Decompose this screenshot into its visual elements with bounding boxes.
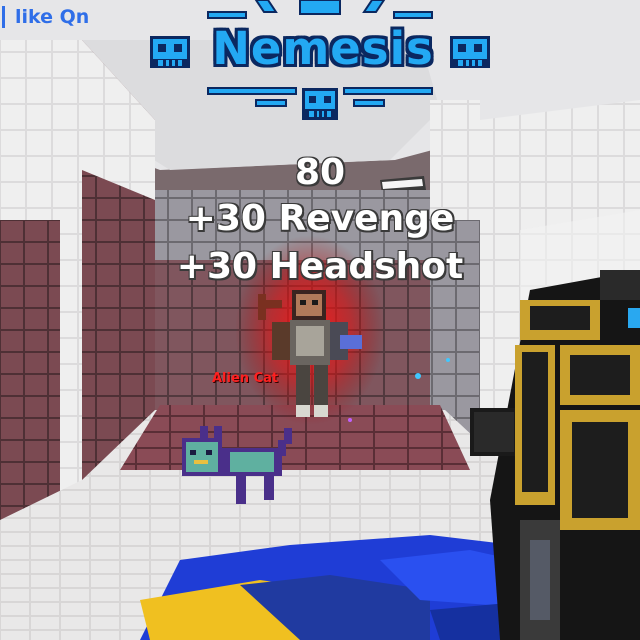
score-points: 80 — [294, 152, 346, 193]
enemy-name-tag: Alien Cat — [212, 371, 279, 386]
banner-bottom-ornament — [207, 87, 433, 120]
nemesis-title: Nemesis — [212, 22, 434, 75]
skull-icon — [150, 36, 190, 68]
game-viewport[interactable]: like Qn Nemesis 80 +30 Revenge +30 Heads… — [0, 0, 640, 640]
bonus-revenge: +30 Revenge — [185, 198, 455, 239]
banner-top-ornament — [207, 0, 433, 19]
bonus-headshot: +30 Headshot — [176, 246, 464, 287]
skull-icon — [450, 36, 490, 68]
skull-icon — [302, 88, 338, 120]
